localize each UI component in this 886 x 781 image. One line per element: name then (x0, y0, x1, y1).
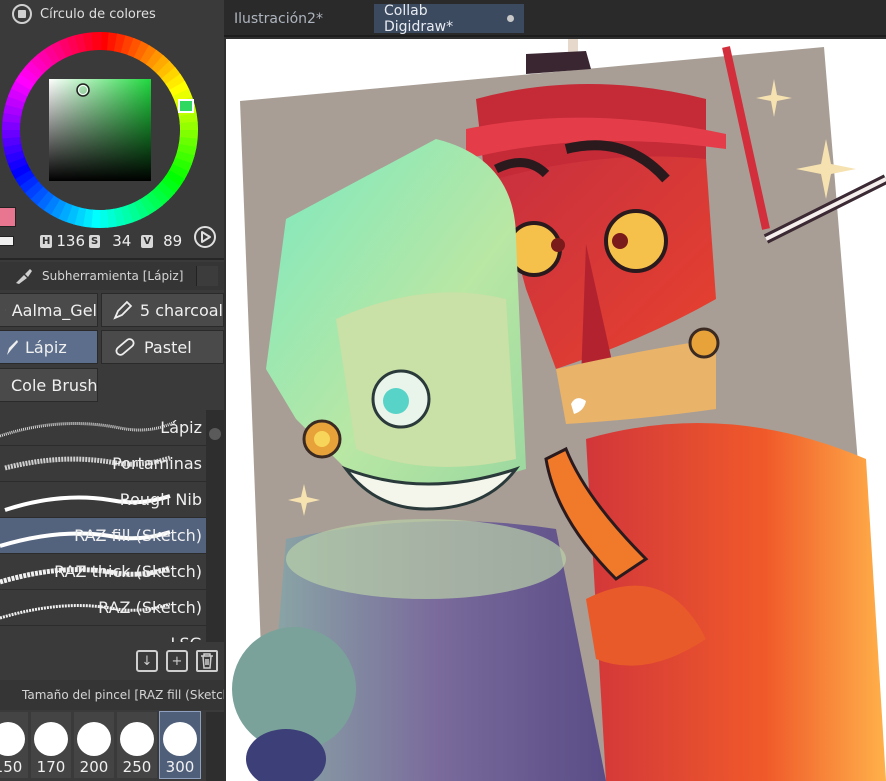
brush-stroke-preview (0, 630, 180, 642)
size-dot (0, 722, 25, 756)
subtool-group-pastel[interactable]: Pastel (101, 330, 224, 364)
brush-item-portaminas[interactable]: Portaminas (0, 446, 206, 482)
brush-size-panel-header[interactable]: Tamaño del pincel [RAZ fill (Sketch)] (0, 680, 224, 710)
tab-ilustracion2[interactable]: Ilustración2* (224, 4, 370, 33)
color-wheel-panel-header[interactable]: Círculo de colores (0, 0, 224, 28)
brush-size-200[interactable]: 200 (74, 712, 114, 778)
play-circle-icon[interactable] (193, 225, 217, 249)
brush-item-label: Lápiz (160, 418, 202, 437)
scrollbar-thumb[interactable] (209, 428, 221, 440)
tab-collab-digidraw[interactable]: Collab Digidraw* (374, 2, 524, 35)
brush-item-label: RAZ (Sketch) (98, 598, 202, 617)
pen-nib-icon (5, 309, 6, 311)
size-dot (34, 722, 68, 756)
pencil-nib-icon (113, 300, 133, 320)
saturation-tag: S (89, 234, 101, 248)
brush-item-rough-nib[interactable]: Rough Nib (0, 482, 206, 518)
value-value[interactable]: 89 (163, 232, 182, 250)
foreground-color-swatch[interactable] (0, 207, 16, 227)
saturation-value[interactable]: 34 (112, 232, 131, 250)
alternate-tool-tab[interactable] (196, 266, 218, 286)
color-wheel-title: Círculo de colores (40, 6, 156, 22)
duplicate-icon[interactable]: + (166, 650, 188, 672)
brush-item-label: Rough Nib (119, 490, 202, 509)
subtool-group-label: Pastel (144, 337, 192, 357)
brush-size-150[interactable]: 150 (0, 712, 28, 778)
import-icon[interactable]: ↓ (136, 650, 158, 672)
brush-size-250[interactable]: 250 (117, 712, 157, 778)
size-dot (120, 722, 154, 756)
brush-item-raz-thick[interactable]: RAZ thick (Sketch) (0, 554, 206, 590)
subtool-group-label: Aalma_Gel (11, 300, 97, 320)
size-label: 150 (0, 758, 23, 776)
pastel-icon (115, 338, 135, 356)
artwork-illustration (232, 39, 886, 781)
brush-item-raz-fill[interactable]: RAZ fill (Sketch) (0, 518, 206, 554)
drawing-canvas[interactable] (226, 39, 886, 781)
hsv-readout: H 136 S 34 V 89 (40, 232, 182, 250)
left-panel: Círculo de colores H 136 S 34 V 89 Subhe… (0, 0, 224, 781)
color-wheel-icon (12, 4, 32, 24)
brush-item-label: RAZ fill (Sketch) (74, 526, 202, 545)
panel-divider (0, 258, 224, 260)
subtool-group-label: Lápiz (25, 337, 67, 357)
brush-size-panel-title: Tamaño del pincel [RAZ fill (Sketch)] (22, 688, 224, 702)
subtool-panel-title: Subherramienta [Lápiz] (42, 269, 184, 283)
color-wheel-graphic[interactable] (0, 30, 224, 230)
brush-item-raz[interactable]: RAZ (Sketch) (0, 590, 206, 626)
brush-item-lapiz[interactable]: Lápiz (0, 410, 206, 446)
app-window: Círculo de colores H 136 S 34 V 89 Subhe… (0, 0, 886, 781)
subtool-panel-header[interactable]: Subherramienta [Lápiz] (0, 262, 224, 290)
size-label: 250 (122, 758, 152, 776)
tab-label: Collab Digidraw* (384, 2, 454, 35)
subtool-group-label: 5 charcoal (139, 300, 223, 320)
subtool-group-aalma[interactable]: Aalma_Gel (0, 293, 98, 327)
tab-label: Ilustración2* (234, 10, 323, 27)
brush-item-label: Portaminas (112, 454, 202, 473)
background-color-swatch[interactable] (0, 236, 14, 246)
pencil-icon (7, 340, 18, 355)
brush-list-actions: ↓ + (0, 644, 224, 678)
subtool-group-lapiz[interactable]: Lápiz (0, 330, 98, 364)
hue-value[interactable]: 136 (56, 232, 85, 250)
brush-size-170[interactable]: 170 (31, 712, 71, 778)
brush-size-presets: 150 170 200 250 300 (0, 711, 201, 781)
document-tab-bar: Ilustración2* Collab Digidraw* (224, 0, 886, 37)
trash-icon[interactable] (196, 650, 218, 672)
brush-size-scrollbar[interactable] (206, 712, 224, 781)
size-label: 170 (36, 758, 66, 776)
brush-item-label: LSG (171, 634, 202, 642)
subtool-group-label: Cole Brush (11, 375, 98, 395)
brush-icon (16, 269, 32, 284)
brush-stroke-preview (0, 420, 176, 438)
brush-list-scrollbar[interactable] (206, 410, 224, 642)
size-dot (163, 722, 197, 756)
value-tag: V (141, 234, 154, 248)
brush-size-300[interactable]: 300 (159, 711, 201, 779)
subtool-group-charcoal[interactable]: 5 charcoal (101, 293, 224, 327)
hue-tag: H (40, 234, 53, 248)
brush-item-label: RAZ thick (Sketch) (54, 562, 202, 581)
brush-list: Lápiz Portaminas Rough Nib RAZ fill (Ske… (0, 410, 206, 642)
brush-item-lsg[interactable]: LSG (0, 626, 206, 642)
trash-glyph (201, 653, 213, 669)
subtool-group-cole-brush[interactable]: Cole Brush (0, 368, 98, 402)
size-dot (77, 722, 111, 756)
size-label: 300 (165, 758, 195, 776)
tab-modified-dot-icon[interactable] (507, 15, 514, 22)
size-label: 200 (79, 758, 109, 776)
color-wheel[interactable] (0, 30, 224, 260)
